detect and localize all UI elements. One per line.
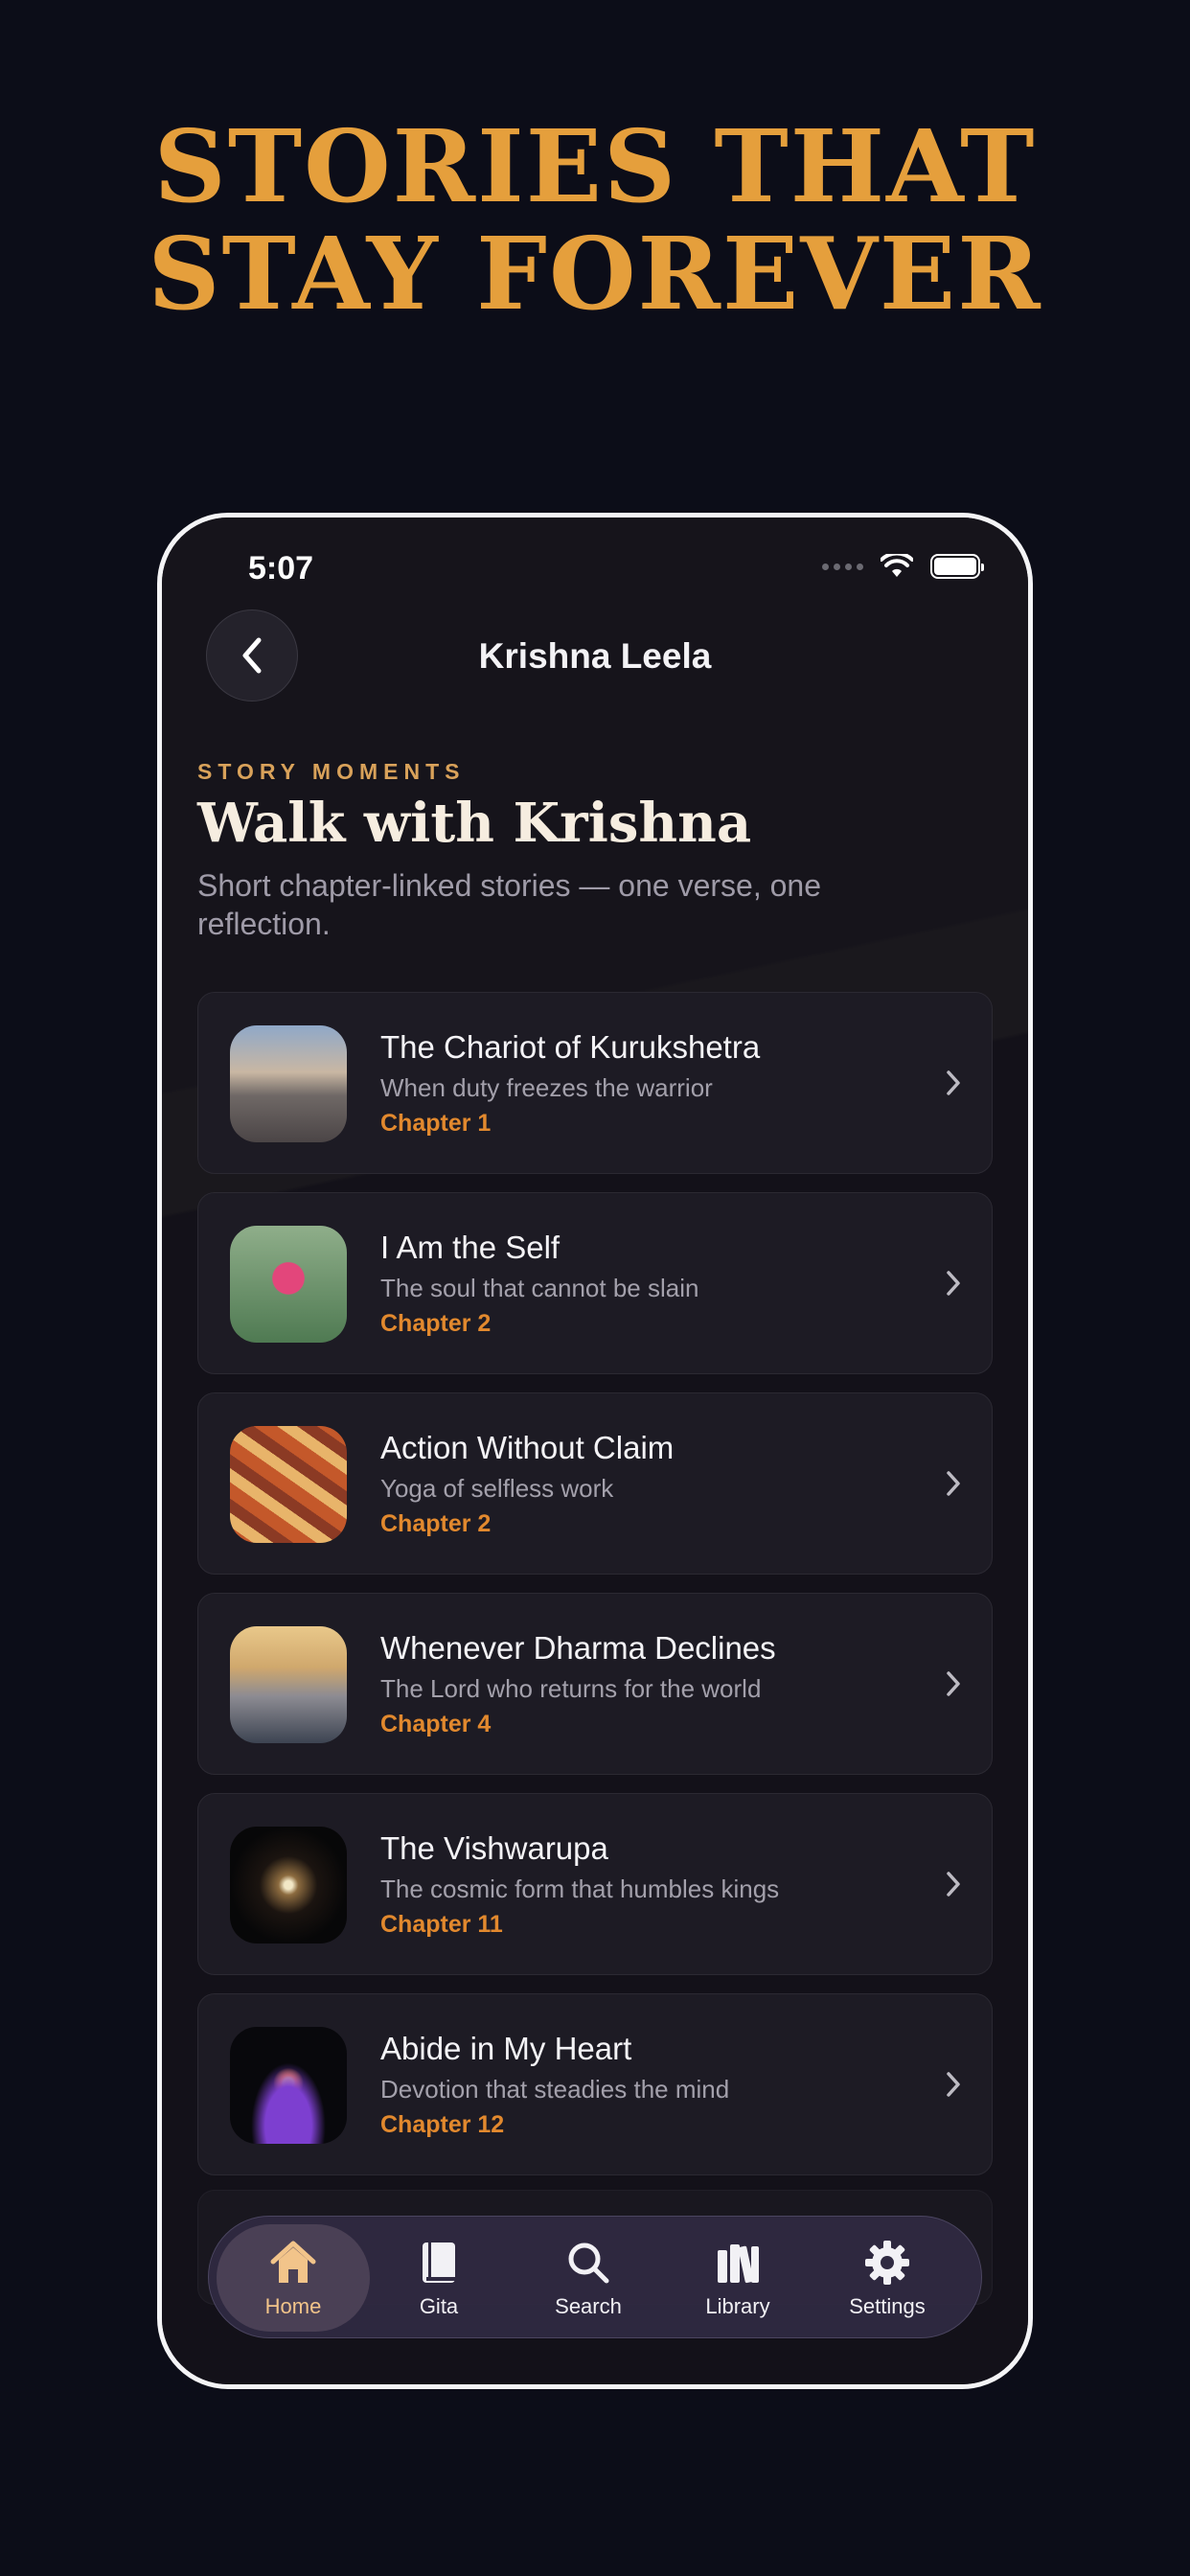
story-title: The Vishwarupa [380, 1830, 608, 1866]
story-chapter: Chapter 4 [380, 1711, 492, 1737]
story-title: Whenever Dharma Declines [380, 1630, 776, 1666]
battery-icon [930, 554, 984, 579]
story-description: The cosmic form that humbles kings [380, 1874, 780, 1903]
story-title: Action Without Claim [380, 1430, 675, 1465]
tab-library[interactable]: Library [661, 2224, 814, 2332]
story-chapter: Chapter 11 [380, 1911, 503, 1938]
chevron-right-icon [947, 1471, 960, 1496]
story-thumbnail [230, 1226, 347, 1343]
tab-gita[interactable]: Gita [362, 2224, 515, 2332]
story-chapter: Chapter 1 [380, 1110, 492, 1137]
story-card-self[interactable]: I Am the Self The soul that cannot be sl… [197, 1192, 993, 1374]
story-card-action[interactable]: Action Without Claim Yoga of selfless wo… [197, 1392, 993, 1575]
story-description: When duty freezes the warrior [380, 1073, 713, 1102]
story-thumbnail [230, 1025, 347, 1142]
chevron-right-icon [947, 1872, 960, 1897]
tab-label: Home [264, 2294, 322, 2318]
story-card-heart[interactable]: Abide in My Heart Devotion that steadies… [197, 1993, 993, 2175]
story-title: I Am the Self [380, 1230, 561, 1265]
story-description: The Lord who returns for the world [380, 1674, 762, 1703]
tab-label: Search [555, 2294, 622, 2318]
chevron-right-icon [947, 1671, 960, 1696]
poster-headline-line2: STAY FOREVER [148, 215, 1042, 333]
wifi-icon [881, 554, 913, 577]
story-list: The Chariot of Kurukshetra When duty fre… [197, 992, 993, 2194]
chevron-right-icon [947, 2072, 960, 2097]
home-icon [270, 2241, 316, 2283]
chevron-right-icon [947, 1070, 960, 1095]
status-icons [822, 554, 984, 579]
tab-settings[interactable]: Settings [811, 2224, 964, 2332]
story-description: The soul that cannot be slain [380, 1274, 699, 1302]
story-card-vishwarupa[interactable]: The Vishwarupa The cosmic form that humb… [197, 1793, 993, 1975]
story-title: Abide in My Heart [380, 2031, 632, 2066]
story-description: Devotion that steadies the mind [380, 2075, 730, 2104]
poster-headline-line1: STORIES THAT [153, 107, 1037, 225]
tab-home[interactable]: Home [217, 2224, 370, 2332]
story-chapter: Chapter 2 [380, 1510, 492, 1537]
library-icon [718, 2244, 759, 2284]
story-thumbnail [230, 1827, 347, 1944]
story-description: Yoga of selfless work [380, 1474, 614, 1503]
story-thumbnail [230, 1426, 347, 1543]
tab-bar: Home Gita Search Library Settings [208, 2216, 982, 2338]
page-subtitle: Short chapter-linked stories — one verse… [197, 868, 821, 941]
section-eyebrow: STORY MOMENTS [197, 759, 466, 784]
story-title: The Chariot of Kurukshetra [380, 1029, 761, 1065]
story-card-dharma[interactable]: Whenever Dharma Declines The Lord who re… [197, 1593, 993, 1775]
tab-label: Gita [419, 2294, 459, 2318]
phone-frame: 5:07 Krishna Leela STORY MOMENTS Walk wi… [157, 513, 1033, 2389]
story-card-chariot[interactable]: The Chariot of Kurukshetra When duty fre… [197, 992, 993, 1174]
nav-title: Krishna Leela [478, 636, 712, 676]
story-thumbnail [230, 2027, 347, 2144]
poster-headline: STORIES THAT STAY FOREVER [0, 113, 1190, 328]
book-icon [423, 2242, 455, 2283]
story-thumbnail [230, 1626, 347, 1743]
status-time: 5:07 [248, 550, 314, 586]
page-title: Walk with Krishna [197, 792, 752, 855]
gear-icon [865, 2241, 909, 2285]
story-chapter: Chapter 2 [380, 1310, 492, 1337]
chevron-right-icon [947, 1271, 960, 1296]
tab-label: Library [705, 2294, 770, 2318]
tab-search[interactable]: Search [512, 2224, 665, 2332]
tab-label: Settings [849, 2294, 926, 2318]
signal-icon [822, 563, 863, 570]
story-chapter: Chapter 12 [380, 2111, 505, 2138]
search-icon [568, 2242, 609, 2284]
